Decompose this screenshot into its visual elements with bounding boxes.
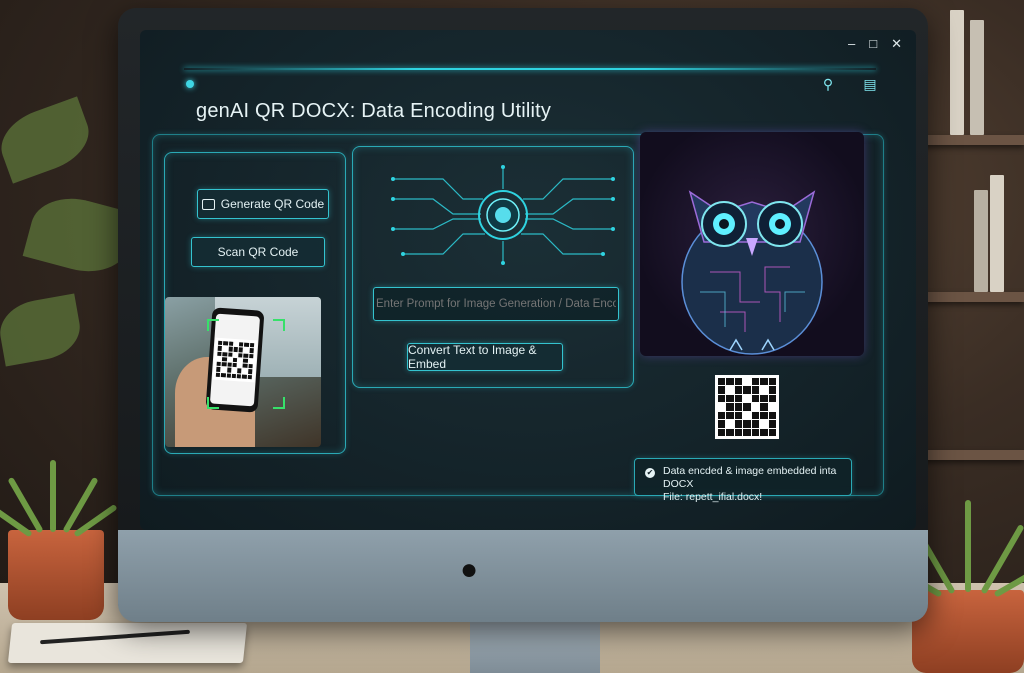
owl-illustration bbox=[681, 190, 823, 355]
succulent-leaf bbox=[50, 460, 56, 532]
generate-qr-button[interactable]: Generate QR Code bbox=[197, 189, 329, 219]
pot-left bbox=[8, 530, 104, 620]
background-plant-leaf bbox=[0, 96, 98, 184]
status-line-1: Data encded & image embedded inta DOCX bbox=[663, 465, 837, 490]
monitor-stand bbox=[470, 620, 600, 673]
window-controls: – □ ✕ bbox=[848, 36, 902, 52]
status-message: ✔ Data encded & image embedded inta DOCX… bbox=[634, 458, 852, 503]
phone-qr-code bbox=[212, 337, 258, 383]
camera-icon bbox=[201, 198, 215, 210]
app-status-dot bbox=[186, 80, 194, 88]
prompt-input[interactable] bbox=[373, 287, 619, 321]
monitor-chin bbox=[118, 530, 928, 622]
generate-qr-label: Generate QR Code bbox=[220, 197, 325, 211]
succulent-leaf bbox=[965, 500, 971, 592]
convert-embed-label: Convert Text to Image & Embed bbox=[408, 343, 537, 371]
pot-right bbox=[912, 590, 1024, 673]
scan-corner bbox=[207, 319, 219, 331]
background-book bbox=[950, 10, 964, 135]
search-icon[interactable]: ⚲ bbox=[818, 74, 838, 94]
background-book bbox=[970, 20, 984, 135]
scan-qr-label: Scan QR Code bbox=[217, 245, 299, 259]
scan-corner bbox=[207, 397, 219, 409]
left-panel: Generate QR Code Scan QR Code bbox=[164, 152, 346, 454]
info-icon: ✔ bbox=[645, 468, 655, 478]
generated-owl-image bbox=[640, 132, 864, 356]
background-book bbox=[990, 175, 1004, 292]
screen: – □ ✕ ⚲ ▤ genAI QR DOCX: Data Encoding U… bbox=[140, 30, 916, 530]
frame-glow-line bbox=[184, 68, 876, 70]
scan-corner bbox=[273, 319, 285, 331]
qr-scan-photo bbox=[165, 297, 321, 447]
chat-icon[interactable]: ▤ bbox=[860, 74, 880, 94]
close-button[interactable]: ✕ bbox=[891, 36, 902, 52]
circuit-graphic bbox=[391, 165, 615, 265]
output-qr-grid bbox=[718, 378, 776, 436]
scan-corner bbox=[273, 397, 285, 409]
background-plant-leaf bbox=[0, 293, 85, 367]
convert-embed-button[interactable]: Convert Text to Image & Embed bbox=[407, 343, 563, 371]
center-panel: Convert Text to Image & Embed bbox=[352, 146, 634, 388]
scan-qr-button[interactable]: Scan QR Code bbox=[191, 237, 325, 267]
apple-logo-icon: ● bbox=[459, 553, 479, 586]
output-qr-code bbox=[715, 375, 779, 439]
background-book bbox=[974, 190, 988, 292]
page-title: genAI QR DOCX: Data Encoding Utility bbox=[196, 100, 552, 122]
status-line-2: File: repett_ifial.docx! bbox=[663, 491, 763, 503]
maximize-button[interactable]: □ bbox=[869, 36, 877, 52]
minimize-button[interactable]: – bbox=[848, 36, 855, 52]
